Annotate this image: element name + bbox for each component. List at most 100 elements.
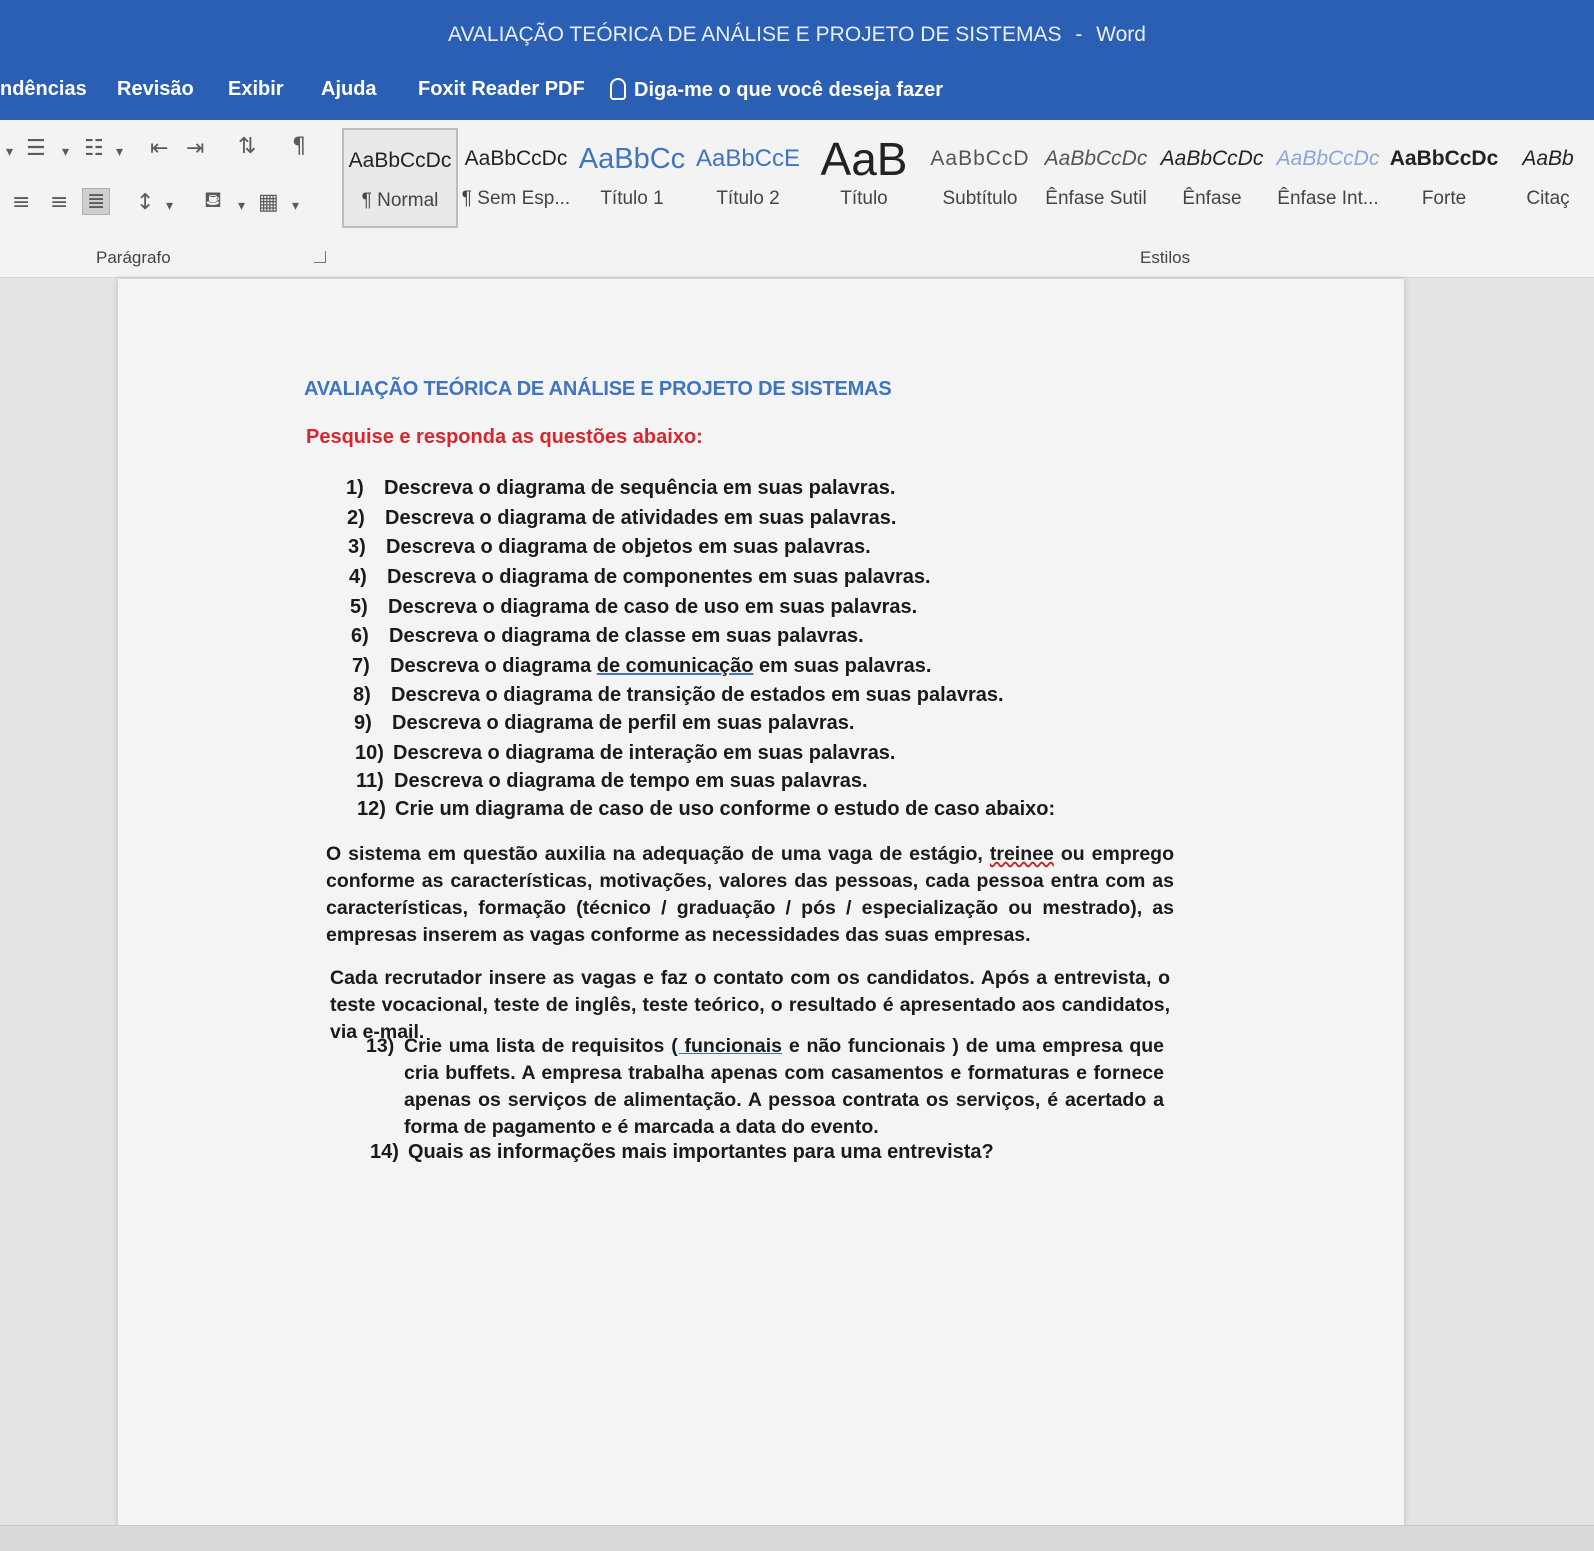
question-text: Descreva o diagrama de perfil em suas pa…: [392, 712, 855, 734]
question-text: Crie um diagrama de caso de uso conforme…: [395, 798, 1056, 820]
shading-icon[interactable]: ⛾: [204, 188, 222, 216]
borders-icon[interactable]: ▦: [258, 190, 279, 215]
dropdown-arrow-icon[interactable]: ▾: [166, 198, 173, 214]
decrease-indent-icon[interactable]: ⇤: [150, 136, 168, 161]
question-8: 8) Descreva o diagrama de transição de es…: [353, 684, 1004, 707]
justify-icon[interactable]: ≣: [82, 188, 111, 215]
question-text: Descreva o diagrama de objetos em suas p…: [386, 536, 871, 558]
question-number: 2): [347, 507, 365, 529]
style-sample: AaBbCcE: [695, 145, 801, 172]
question-10: 10) Descreva o diagrama de interação em s…: [355, 742, 896, 765]
dropdown-arrow-icon[interactable]: ▾: [62, 144, 69, 160]
style-name: ¶ Normal: [361, 190, 439, 211]
question-number: 10): [355, 742, 384, 764]
question-text: Descreva o diagrama de componentes em su…: [387, 566, 931, 588]
style-subtitulo[interactable]: AaBbCcD Subtítulo: [922, 128, 1038, 228]
tell-me-text: Diga-me o que você deseja fazer: [634, 79, 944, 101]
question-7: 7) Descreva o diagrama de comunicação em …: [352, 655, 931, 678]
style-sample: AaBbCcDc: [1044, 147, 1148, 170]
style-citacao[interactable]: AaBb Citaç: [1502, 128, 1594, 228]
document-instructions: Pesquise e responda as questões abaixo:: [306, 426, 703, 448]
paragraph-group: ▾ ☰ ▾ ☷ ▾ ⇤ ⇥ ⇅ ¶ ≡ ≡ ≣ ↕ ▾ ⛾ ▾ ▦ ▾: [0, 130, 330, 250]
question-number: 8): [353, 684, 371, 706]
paragraph-group-label: Parágrafo: [96, 248, 171, 267]
style-enfase-sutil[interactable]: AaBbCcDc Ênfase Sutil: [1038, 128, 1154, 228]
style-enfase-intensa[interactable]: AaBbCcDc Ênfase Int...: [1270, 128, 1386, 228]
question-number: 14): [370, 1141, 399, 1163]
question-text-start: Crie uma lista de requisitos: [404, 1035, 672, 1057]
question-text: Quais as informações mais importantes pa…: [408, 1141, 994, 1163]
question-number: 6): [351, 625, 369, 647]
dropdown-arrow-icon[interactable]: ▾: [292, 198, 299, 214]
tab-exibir[interactable]: Exibir: [228, 78, 284, 101]
style-sample: AaBbCc: [578, 143, 686, 175]
style-name: Ênfase Sutil: [1045, 188, 1147, 209]
window-title-bar: AVALIAÇÃO TEÓRICA DE ANÁLISE E PROJETO D…: [0, 0, 1594, 68]
pilcrow-icon[interactable]: ¶: [292, 134, 306, 159]
numbered-list-icon[interactable]: ☰: [26, 136, 46, 161]
sort-icon[interactable]: ⇅: [238, 134, 256, 159]
question-number: 7): [352, 655, 370, 677]
menu-bar: ndências Revisão Exibir Ajuda Foxit Read…: [0, 68, 1594, 120]
tell-me-box[interactable]: Diga-me o que você deseja fazer: [610, 78, 943, 102]
tab-ajuda[interactable]: Ajuda: [321, 78, 377, 101]
dialog-launcher-icon[interactable]: [314, 251, 326, 263]
style-name: Título 2: [716, 188, 780, 209]
style-sample: AaB: [820, 133, 908, 185]
style-titulo-1[interactable]: AaBbCc Título 1: [574, 128, 690, 228]
style-enfase[interactable]: AaBbCcDc Ênfase: [1154, 128, 1270, 228]
question-text-end: em suas palavras.: [753, 655, 932, 677]
paragraph-text: O sistema em questão auxilia na adequaçã…: [326, 843, 990, 865]
question-number: 9): [354, 712, 372, 734]
question-text: Descreva o diagrama de classe em suas pa…: [389, 625, 864, 647]
style-sem-espacamento[interactable]: AaBbCcDc ¶ Sem Esp...: [458, 128, 574, 228]
question-text: Descreva o diagrama de caso de uso em su…: [388, 596, 918, 618]
app-name: Word: [1096, 23, 1146, 46]
question-text-underlined: ( funcionais: [671, 1035, 783, 1057]
document-title: AVALIAÇÃO TEÓRICA DE ANÁLISE E PROJETO D…: [304, 378, 892, 400]
lightbulb-icon: [610, 78, 626, 100]
dropdown-arrow-icon[interactable]: ▾: [116, 144, 123, 160]
question-number: 12): [357, 798, 386, 820]
status-bar: [0, 1525, 1594, 1551]
question-1: 1) Descreva o diagrama de sequência em su…: [346, 477, 895, 500]
dropdown-arrow-icon[interactable]: ▾: [238, 198, 245, 214]
misspelled-word: treinee: [989, 843, 1054, 865]
style-sample: AaBbCcDc: [1276, 147, 1380, 170]
align-right-icon[interactable]: ≡: [50, 190, 68, 215]
style-name: Ênfase: [1182, 188, 1242, 209]
style-name: Título 1: [600, 188, 664, 209]
question-number: 3): [348, 536, 366, 558]
style-sample: AaBbCcDc: [348, 149, 452, 172]
window-title: AVALIAÇÃO TEÓRICA DE ANÁLISE E PROJETO D…: [448, 23, 1062, 46]
question-number: 13): [366, 1035, 395, 1057]
question-number: 4): [349, 566, 367, 588]
style-sample: AaBbCcDc: [1160, 147, 1264, 170]
style-titulo[interactable]: AaB Título: [806, 128, 922, 228]
question-4: 4) Descreva o diagrama de componentes em …: [349, 566, 931, 589]
style-sample: AaBbCcDc: [1389, 147, 1499, 170]
tab-referencias[interactable]: ndências: [0, 78, 87, 101]
style-forte[interactable]: AaBbCcDc Forte: [1386, 128, 1502, 228]
style-name: Ênfase Int...: [1277, 188, 1379, 209]
tab-foxit-reader-pdf[interactable]: Foxit Reader PDF: [418, 78, 585, 101]
increase-indent-icon[interactable]: ⇥: [186, 136, 204, 161]
question-text: Descreva o diagrama de sequência em suas…: [384, 477, 896, 499]
style-normal[interactable]: AaBbCcDc ¶ Normal: [342, 128, 458, 228]
question-text-start: Descreva o diagrama: [390, 655, 597, 677]
question-5: 5) Descreva o diagrama de caso de uso em …: [350, 596, 917, 619]
document-page[interactable]: AVALIAÇÃO TEÓRICA DE ANÁLISE E PROJETO D…: [118, 279, 1404, 1529]
line-spacing-icon[interactable]: ↕: [136, 190, 154, 215]
question-text: Descreva o diagrama de interação em suas…: [393, 742, 896, 764]
style-name: Citaç: [1526, 188, 1570, 209]
question-12: 12) Crie um diagrama de caso de uso confo…: [357, 798, 1055, 821]
align-center-icon[interactable]: ≡: [12, 190, 30, 215]
multilevel-list-icon[interactable]: ☷: [84, 136, 104, 161]
title-separator: -: [1075, 23, 1083, 46]
tab-revisao[interactable]: Revisão: [117, 78, 194, 101]
style-titulo-2[interactable]: AaBbCcE Título 2: [690, 128, 806, 228]
style-name: Forte: [1421, 188, 1467, 209]
question-11: 11) Descreva o diagrama de tempo em suas …: [356, 770, 868, 793]
style-sample: AaBbCcD: [930, 147, 1030, 170]
dropdown-arrow-icon[interactable]: ▾: [6, 144, 13, 160]
